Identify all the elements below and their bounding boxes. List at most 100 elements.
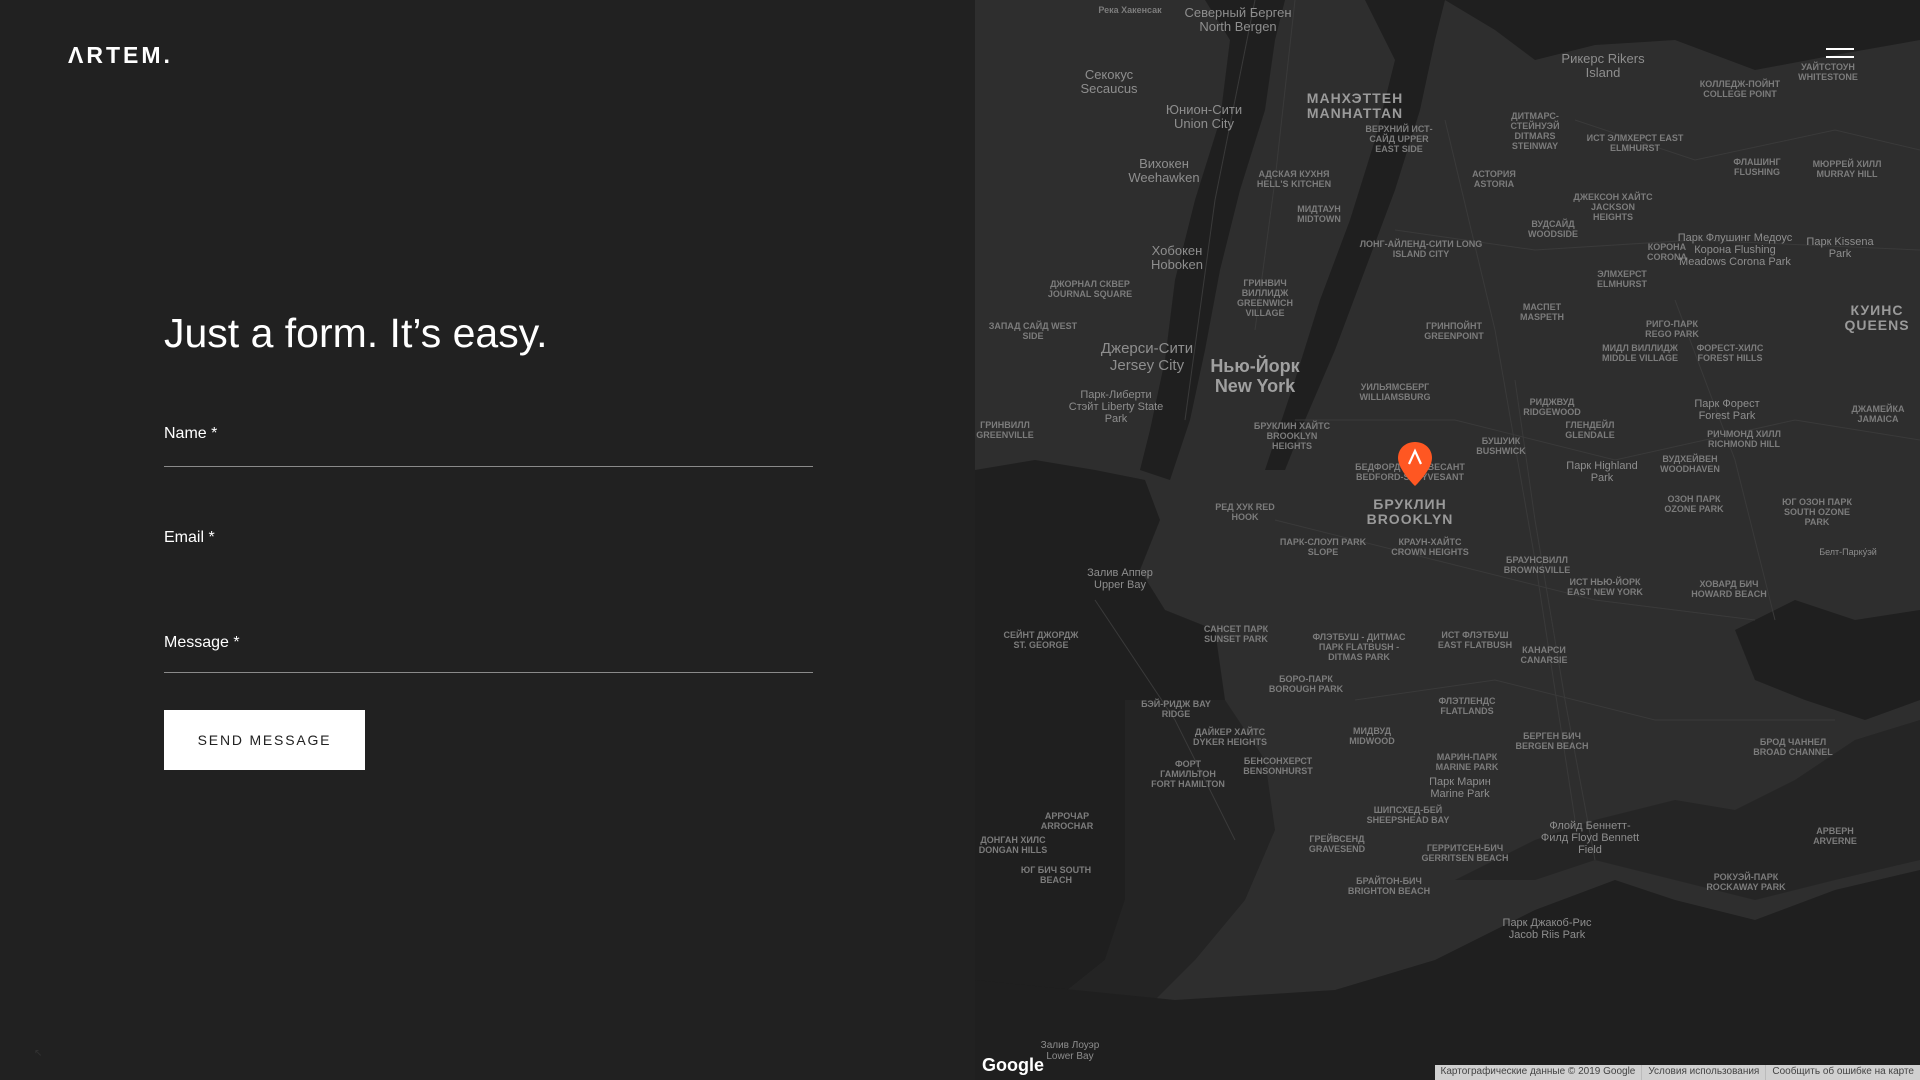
form-heading: Just a form. It’s easy. <box>164 310 548 356</box>
map-label: ИСТ ЭЛМХЕРСТ EAST ELMHURST <box>1586 133 1684 153</box>
map-label: Флойд Беннетт-Филд Floyd Bennett Field <box>1540 820 1640 857</box>
map-label: БРУКЛИН BROOKLYN <box>1366 496 1454 528</box>
map-label: Юнион-Сити Union City <box>1165 102 1243 132</box>
map-label: УИЛЬЯМСБЕРГ WILLIAMSBURG <box>1359 382 1431 402</box>
email-label: Email * <box>164 529 215 546</box>
map-label: ЛОНГ-АЙЛЕНД-СИТИ LONG ISLAND CITY <box>1359 239 1483 259</box>
send-message-button[interactable]: SEND MESSAGE <box>164 710 365 770</box>
map-label: КРАУН-ХАЙТС CROWN HEIGHTS <box>1391 537 1469 557</box>
map-label: ХОВАРД БИЧ HOWARD BEACH <box>1691 579 1767 599</box>
map-label: ЮГ ОЗОН ПАРК SOUTH OZONE PARK <box>1782 497 1852 527</box>
map-label: ГРИНВИЧ ВИЛЛИДЖ GREENWICH VILLAGE <box>1237 278 1293 318</box>
message-input[interactable] <box>164 654 813 674</box>
map-label: Секокус Secaucus <box>1080 67 1138 97</box>
map-attribution: Картографические данные © 2019 Google <box>1440 1066 1636 1077</box>
map-label: КАНАРСИ CANARSIE <box>1520 645 1568 665</box>
map-label: БРУКЛИН ХАЙТС BROOKLYN HEIGHTS <box>1253 421 1331 451</box>
map-label: РИЧМОНД ХИЛЛ RICHMOND HILL <box>1707 429 1781 449</box>
map-label: ГЕРРИТСЕН-БИЧ GERRITSEN BEACH <box>1421 843 1509 863</box>
map-label: Парк Флушинг Медоус Корона Flushing Mead… <box>1677 232 1793 269</box>
map-label: ВЕРХНИЙ ИСТ-САЙД UPPER EAST SIDE <box>1365 124 1433 154</box>
map-label: ФЛЭТЛЕНДС FLATLANDS <box>1438 696 1496 716</box>
map-label: МИДВУД MIDWOOD <box>1349 726 1395 746</box>
map-label: ГЛЕНДЕЙЛ GLENDALE <box>1565 420 1615 440</box>
map-label: ФОРЕСТ-ХИЛС FOREST HILLS <box>1696 343 1764 363</box>
map-label: Парк Марин Marine Park <box>1429 776 1491 801</box>
map-label: ПАРК-СЛОУП PARK SLOPE <box>1279 537 1367 557</box>
map-panel[interactable]: Река Хакенсак Северный Берген North Berg… <box>975 0 1920 1080</box>
map-label: ОЗОН ПАРК OZONE PARK <box>1664 494 1724 514</box>
name-field[interactable]: Name * <box>164 425 813 475</box>
map-label: Хобокен Hoboken <box>1150 243 1204 273</box>
map-label: Парк Джакоб-Рис Jacob Riis Park <box>1502 917 1592 942</box>
map-label: ВУДХЕЙВЕН WOODHAVEN <box>1660 454 1720 474</box>
map-label: РИГО-ПАРК REGO PARK <box>1645 319 1699 339</box>
map-label: ВУДСАЙД WOODSIDE <box>1527 219 1578 239</box>
message-field[interactable]: Message * <box>164 634 813 674</box>
map-label: Рикерс Rikers Island <box>1561 51 1645 81</box>
map-label: Парк-Либерти Стэйт Liberty State Park <box>1068 389 1164 426</box>
map-label: ЮГ БИЧ SOUTH BEACH <box>1020 865 1092 885</box>
map-label: ФОРТ ГАМИЛЬТОН FORT HAMILTON <box>1151 759 1225 789</box>
map-label: ДОНГАН ХИЛС DONGAN HILLS <box>978 835 1048 855</box>
map-label: БРАУНСВИЛЛ BROWNSVILLE <box>1503 555 1571 575</box>
map-label: ШИПСХЕД-БЕЙ SHEEPSHEAD BAY <box>1366 805 1450 825</box>
map-label: Парк Kissena Park <box>1806 236 1874 261</box>
map-footer: Картографические данные © 2019 Google Ус… <box>1434 1065 1920 1080</box>
map-label: РИДЖВУД RIDGEWOOD <box>1523 397 1581 417</box>
location-pin-icon[interactable] <box>1396 440 1434 488</box>
map-label: Белт-Парку́эй <box>1819 547 1877 557</box>
contact-form: Just a form. It’s easy. <box>164 310 813 357</box>
map-label: ДЖАМЕЙКА JAMAICA <box>1851 404 1905 424</box>
email-field[interactable]: Email * <box>164 529 813 579</box>
map-label: ДЖЕКСОН ХАЙТС JACKSON HEIGHTS <box>1573 192 1653 222</box>
map-label: Нью-Йорк New York <box>1210 356 1300 396</box>
contact-page: ΛRTEM. Just a form. It’s easy. Name * Em… <box>0 0 1920 1080</box>
map-label: Парк Highland Park <box>1566 460 1638 485</box>
message-underline <box>164 672 813 673</box>
name-input[interactable] <box>164 447 813 475</box>
map-label: МАРИН-ПАРК MARINE PARK <box>1435 752 1499 772</box>
map-label: ЗАПАД САЙД WEST SIDE <box>988 321 1078 341</box>
map-label: БРАЙТОН-БИЧ BRIGHTON BEACH <box>1347 876 1431 896</box>
map-label: БЭЙ-РИДЖ BAY RIDGE <box>1141 699 1211 719</box>
map-label: ДАЙКЕР ХАЙТС DYKER HEIGHTS <box>1192 727 1267 747</box>
map-label: ДИТМАРС-СТЕЙНУЭЙ DITMARS STEINWAY <box>1510 111 1560 151</box>
map-label: КУИНС QUEENS <box>1844 302 1910 334</box>
message-label: Message * <box>164 634 240 651</box>
contact-panel: ΛRTEM. Just a form. It’s easy. Name * Em… <box>0 0 975 1080</box>
email-input[interactable] <box>164 551 813 579</box>
map-label: Вихокен Weehawken <box>1128 156 1200 186</box>
map-label: МЮРРЕЙ ХИЛЛ MURRAY HILL <box>1812 159 1882 179</box>
map-label: БЕРГЕН БИЧ BERGEN BEACH <box>1515 731 1589 751</box>
map-label: АРРОЧАР ARROCHAR <box>1040 811 1094 831</box>
scroll-icon: ↖ <box>34 1048 43 1059</box>
map-label: ФЛАШИНГ FLUSHING <box>1733 157 1781 177</box>
map-label: СЕЙНТ ДЖОРДЖ ST. GEORGE <box>1003 630 1079 650</box>
brand-logo[interactable]: ΛRTEM. <box>68 42 173 69</box>
map-label: РЕД ХУК RED HOOK <box>1215 502 1275 522</box>
map-label: БУШУИК BUSHWICK <box>1476 436 1526 456</box>
map-label: АРВЕРН ARVERNE <box>1813 826 1857 846</box>
map-label: Джерси-Сити Jersey City <box>1100 340 1194 374</box>
map-label: БОРО-ПАРК BOROUGH PARK <box>1268 674 1344 694</box>
map-label: АДСКАЯ КУХНЯ HELL'S KITCHEN <box>1256 169 1332 189</box>
map-label: ФЛЭТБУШ - ДИТМАС ПАРК FLATBUSH - DITMAS … <box>1312 632 1406 662</box>
map-label: РОКУЭЙ-ПАРК ROCKAWAY PARK <box>1706 872 1786 892</box>
name-label: Name * <box>164 425 218 442</box>
map-label: ДЖОРНАЛ СКВЕР JOURNAL SQUARE <box>1047 279 1133 299</box>
terms-link[interactable]: Условия использования <box>1641 1065 1765 1080</box>
map-label: УАЙТСТОУН WHITESTONE <box>1798 62 1858 82</box>
map-label: БРОД ЧАННЕЛ BROAD CHANNEL <box>1753 737 1833 757</box>
name-underline <box>164 466 813 467</box>
hamburger-menu-icon[interactable] <box>1826 46 1854 62</box>
map-label: Северный Берген North Bergen <box>1184 5 1292 35</box>
google-logo[interactable]: Google <box>982 1055 1044 1076</box>
map-label: ГРИНПОЙНТ GREENPOINT <box>1424 321 1484 341</box>
map-label: БЕНСОНХЕРСТ BENSONHURST <box>1243 756 1313 776</box>
map-label: КОЛЛЕДЖ-ПОЙНТ COLLEGE POINT <box>1699 79 1781 99</box>
map-label: МИДТАУН MIDTOWN <box>1297 204 1341 224</box>
map-label: МИДЛ ВИЛЛИДЖ MIDDLE VILLAGE <box>1602 343 1678 363</box>
map-label: Парк Форест Forest Park <box>1694 398 1760 423</box>
report-error-link[interactable]: Сообщить об ошибке на карте <box>1765 1065 1920 1080</box>
